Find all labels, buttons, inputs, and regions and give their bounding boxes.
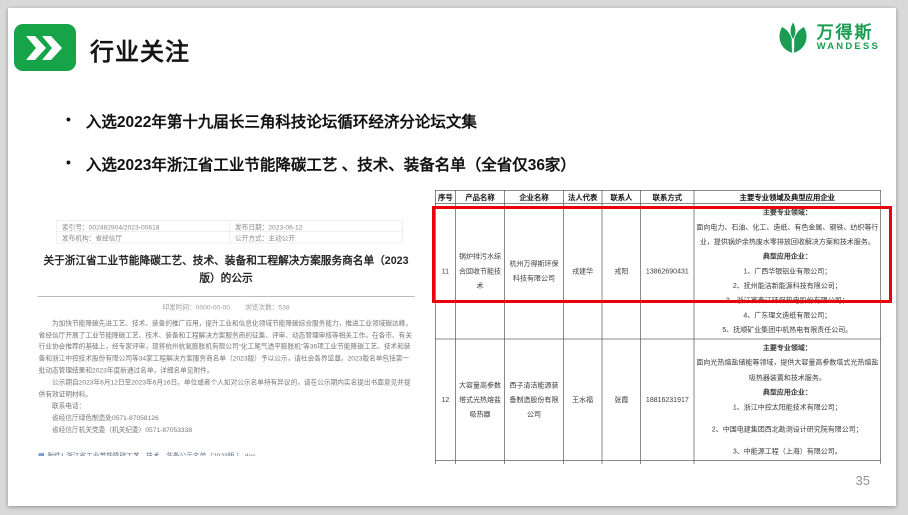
app-item: 3、浙江富春江环保热电股份有限公司； <box>696 294 878 309</box>
doc-meta-open: 公开方式：主动公开 <box>229 232 402 243</box>
field-label: 主要专业领域： <box>696 462 878 464</box>
cell-no: 12 <box>435 339 455 460</box>
doc-meta-date: 发布日期：2023-06-12 <box>229 220 402 231</box>
cell-detail: 主要专业领域： 面向电力、石油、化工、造纸、有色金属、钢铁、纺织等行业，提供锅炉… <box>694 204 881 340</box>
apps-list: 1、浙江中控太阳能技术有限公司； 2、中国电建集团西北勘测设计研究院有限公司； … <box>696 400 878 459</box>
logo-name-en: WANDESS <box>817 42 880 52</box>
field-text: 面向电力、石油、化工、造纸、有色金属、钢铁、纺织等行业，提供锅炉余热废水零排放回… <box>696 220 878 249</box>
page-number: 35 <box>856 473 870 488</box>
cell-product: 锅炉排污水综合回收节能技术 <box>455 204 504 340</box>
table-row: 11 锅炉排污水综合回收节能技术 杭州万得斯环保科技有限公司 戎建华 戎阳 13… <box>435 204 880 340</box>
cell-legal: 王水福 <box>563 339 602 460</box>
cell-contact: 张霞 <box>602 339 641 460</box>
chevron-badge <box>14 24 76 71</box>
col-header-company: 企业名称 <box>505 190 564 203</box>
app-item: 1、广西华银铝业有限公司； <box>696 264 878 279</box>
col-header-legal: 法人代表 <box>563 190 602 203</box>
col-header-phone: 联系方式 <box>641 190 694 203</box>
page-title: 行业关注 <box>90 32 190 67</box>
cell-detail: 主要专业领域： 面向光热熔盐储能等领域，提供大容量高参数塔式光热熔盐吸热器装置和… <box>694 339 881 460</box>
table-row: 13 熔盐储能技术 浙江可胜技术股份有限公司 金建祥 王希 1390823039… <box>435 460 880 464</box>
cell-legal: 戎建华 <box>563 204 602 340</box>
field-label: 主要专业领域： <box>696 205 878 220</box>
list-item: • 入选2023年浙江省工业节能降碳工艺 、技术、装备名单（全省仅36家） <box>66 153 746 175</box>
doc-paragraph: 为加快节能降碳先进工艺、技术、装备的推广应用，提升工业和信息化领域节能降碳综合服… <box>39 318 414 377</box>
cell-no: 11 <box>435 204 455 340</box>
cell-company: 西子清洁能源装备制造股份有限公司 <box>505 339 564 460</box>
app-item: 3、中能源工程（上海）有限公司。 <box>696 444 878 459</box>
apps-label: 典型应用企业： <box>696 385 878 400</box>
apps-label: 典型应用企业： <box>696 249 878 264</box>
cell-product: 熔盐储能技术 <box>455 460 504 464</box>
table-header-row: 序号 产品名称 企业名称 法人代表 联系人 联系方式 主要专业领域及典型应用企业 <box>435 190 880 203</box>
app-item: 5、抚顺矿业集团中机热电有限责任公司。 <box>696 323 878 338</box>
field-label: 主要专业领域： <box>696 341 878 356</box>
doc-meta-table: 索引号：002482904/2023-00618 发布日期：2023-06-12… <box>56 220 403 243</box>
apps-list: 1、广西华银铝业有限公司； 2、抚州能洁新能源科技有限公司； 3、浙江富春江环保… <box>696 264 878 337</box>
bullet-text: 入选2023年浙江省工业节能降碳工艺 、技术、装备名单（全省仅36家） <box>86 153 576 175</box>
cell-phone: 13862690431 <box>641 204 694 340</box>
bullet-icon: • <box>66 153 71 175</box>
doc-divider <box>37 296 414 297</box>
plant-logo-icon <box>775 20 811 56</box>
bullet-text: 入选2022年第十九届长三角科技论坛循环经济分论坛文集 <box>86 110 477 132</box>
logo-name-cn: 万得斯 <box>817 24 880 42</box>
doc-body: 为加快节能降碳先进工艺、技术、装备的推广应用，提升工业和信息化领域节能降碳综合服… <box>39 318 414 437</box>
highlights-list: • 入选2022年第十九届长三角科技论坛循环经济分论坛文集 • 入选2023年浙… <box>66 110 746 196</box>
col-header-product: 产品名称 <box>455 190 504 203</box>
cell-product: 大容量高参数塔式光热熔盐吸热器 <box>455 339 504 460</box>
list-item: • 入选2022年第十九届长三角科技论坛循环经济分论坛文集 <box>66 110 746 132</box>
attachment-link[interactable]: 附件1.浙江省工业节能降碳工艺、技术、装备公示名单（2023版 ）.doc <box>39 450 414 456</box>
vendor-table: 序号 产品名称 企业名称 法人代表 联系人 联系方式 主要专业领域及典型应用企业… <box>435 190 881 464</box>
col-header-no: 序号 <box>435 190 455 203</box>
doc-view-count: 浏览次数：538 <box>245 304 289 311</box>
doc-paragraph: 公示期自2023年6月12日至2023年6月16日。单位或者个人如对公示名单持有… <box>39 377 414 401</box>
doc-print-info: 印发时间：0000-00-00 浏览次数：538 <box>28 301 424 311</box>
app-item: 2、抚州能洁新能源科技有限公司； <box>696 279 878 294</box>
doc-attachments: 附件1.浙江省工业节能降碳工艺、技术、装备公示名单（2023版 ）.doc 附件… <box>39 450 414 456</box>
slide: 行业关注 万得斯 WANDESS • 入选2022年第十九届长三角科技论坛循环经… <box>8 8 896 506</box>
cell-phone: 18816231917 <box>641 339 694 460</box>
col-header-detail: 主要专业领域及典型应用企业 <box>694 190 881 203</box>
cell-company: 杭州万得斯环保科技有限公司 <box>505 204 564 340</box>
field-text: 面向光热熔盐储能等领域，提供大容量高参数塔式光热熔盐吸热器装置和技术服务。 <box>696 356 878 385</box>
attachment-name: 附件1.浙江省工业节能降碳工艺、技术、装备公示名单（2023版 ）.doc <box>47 450 255 456</box>
gov-announcement-screenshot: 索引号：002482904/2023-00618 发布日期：2023-06-12… <box>28 194 424 456</box>
app-item: 4、广东理文造纸有限公司； <box>696 308 878 323</box>
logo-text: 万得斯 WANDESS <box>817 24 880 52</box>
cell-no: 13 <box>435 460 455 464</box>
cell-legal: 金建祥 <box>563 460 602 464</box>
doc-paragraph: 联系电话： <box>39 401 414 413</box>
cell-contact: 王希 <box>602 460 641 464</box>
gov-announcement-content: 索引号：002482904/2023-00618 发布日期：2023-06-12… <box>28 220 424 456</box>
doc-file-icon <box>39 454 44 456</box>
doc-meta-org: 发布机构：省经信厅 <box>56 232 229 243</box>
vendor-table-content: 序号 产品名称 企业名称 法人代表 联系人 联系方式 主要专业领域及典型应用企业… <box>435 190 882 464</box>
doc-print-time: 印发时间：0000-00-00 <box>162 304 229 311</box>
doc-meta-index: 索引号：002482904/2023-00618 <box>56 220 229 231</box>
vendor-table-screenshot: 序号 产品名称 企业名称 法人代表 联系人 联系方式 主要专业领域及典型应用企业… <box>435 190 885 464</box>
doc-title: 关于浙江省工业节能降碳工艺、技术、装备和工程解决方案服务商名单（2023版）的公… <box>43 253 410 288</box>
doc-paragraph: 省经信厅机关党委（机关纪委）0571-87053338 <box>39 425 414 437</box>
table-row: 12 大容量高参数塔式光热熔盐吸热器 西子清洁能源装备制造股份有限公司 王水福 … <box>435 339 880 460</box>
screen: 行业关注 万得斯 WANDESS • 入选2022年第十九届长三角科技论坛循环经… <box>0 0 908 515</box>
cell-company: 浙江可胜技术股份有限公司 <box>505 460 564 464</box>
cell-contact: 戎阳 <box>602 204 641 340</box>
double-chevron-icon <box>23 33 67 63</box>
app-item: 2、中国电建集团西北勘测设计研究院有限公司； <box>696 422 878 437</box>
bullet-icon: • <box>66 110 71 132</box>
app-item: 1、浙江中控太阳能技术有限公司； <box>696 400 878 415</box>
wandess-logo: 万得斯 WANDESS <box>775 20 880 56</box>
col-header-contact: 联系人 <box>602 190 641 203</box>
cell-detail: 主要专业领域： 面向储能领域，提供熔盐加热系统、熔盐储热系统、蒸汽发生系统以及电… <box>694 460 881 464</box>
doc-paragraph: 省经信厅绿色制造处0571-87058126 <box>39 413 414 425</box>
cell-phone: 13908230392 <box>641 460 694 464</box>
